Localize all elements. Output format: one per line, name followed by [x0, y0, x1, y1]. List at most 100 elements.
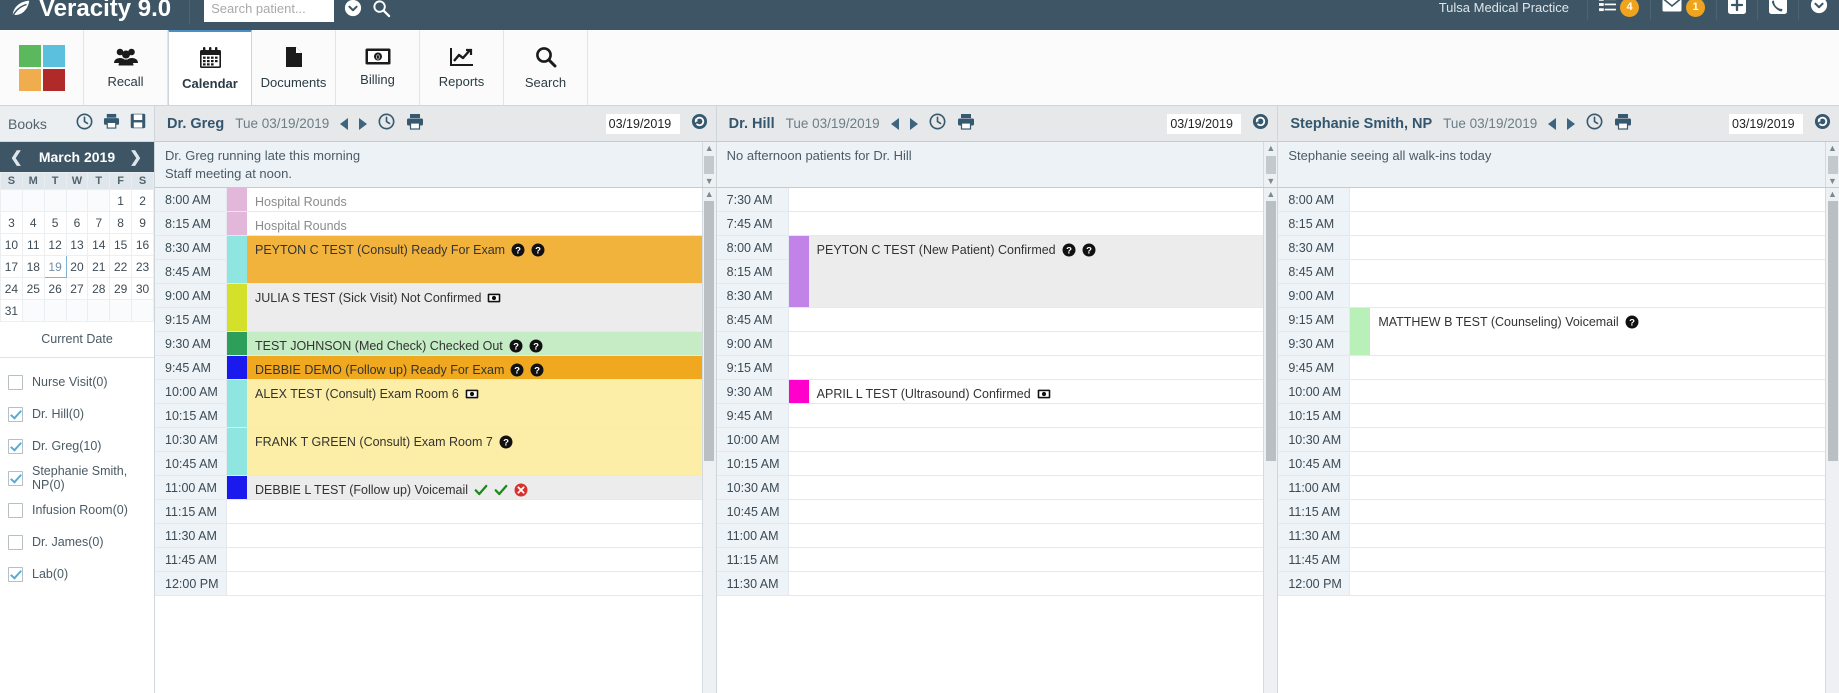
minical-day-10[interactable]: 10 [0, 233, 23, 256]
time-slot-11[interactable]: 10:45 AM [1278, 452, 1826, 476]
time-slot-body[interactable] [789, 188, 1264, 211]
provider-filter-item-6[interactable]: Lab(0) [8, 558, 154, 590]
mini-calendar[interactable]: S M T W T F S 1 2 3 4 5 6 7 8 9 10 11 12 13 14 15 16 17 1… [0, 172, 154, 322]
clock-icon[interactable] [1586, 113, 1603, 135]
minical-day-4[interactable]: 4 [21, 211, 45, 234]
time-slot-15[interactable]: 11:45 AM [155, 548, 702, 572]
time-slot-body[interactable] [789, 572, 1264, 595]
appointment-block-1[interactable]: Hospital Rounds [227, 212, 702, 235]
minical-day-15[interactable]: 15 [109, 233, 133, 256]
time-slot-body[interactable] [789, 212, 1264, 235]
printer-icon[interactable] [103, 113, 120, 134]
provider-checkbox[interactable] [8, 534, 23, 550]
scroll-up-arrow-icon[interactable]: ▲ [1266, 144, 1275, 153]
nav-tab-recall[interactable]: Recall [84, 30, 168, 105]
minical-day-12[interactable]: 12 [43, 233, 67, 256]
minical-day-8[interactable]: 8 [109, 211, 133, 234]
time-slot-body[interactable] [1350, 236, 1825, 259]
time-slot-body[interactable] [1350, 548, 1825, 571]
question-circle-icon[interactable]: ? [530, 363, 544, 377]
minical-day-23[interactable]: 23 [131, 255, 154, 278]
provider-notes[interactable]: Stephanie seeing all walk-ins today ▲ ▼ [1278, 142, 1839, 188]
minical-day-16[interactable]: 16 [131, 233, 154, 256]
time-slot-body[interactable] [789, 548, 1264, 571]
scroll-thumb[interactable] [1827, 155, 1838, 174]
tasks-button[interactable]: 4 [1587, 0, 1650, 20]
printer-icon[interactable] [1614, 113, 1632, 135]
x-circle-icon[interactable] [514, 483, 528, 497]
triangle-left-icon[interactable] [1548, 117, 1557, 130]
appointment-block-8[interactable]: DEBBIE L TEST (Follow up) Voicemail [227, 476, 702, 499]
time-slot-8[interactable]: 10:00 AM [1278, 380, 1826, 404]
notes-scrollbar[interactable]: ▲ ▼ [1263, 142, 1278, 187]
appointment-block-0[interactable]: MATTHEW B TEST (Counseling) Voicemail? [1350, 308, 1826, 355]
four-squares-logo[interactable] [0, 30, 84, 105]
date-input[interactable] [1729, 113, 1804, 134]
chevron-right-icon[interactable]: ❯ [129, 148, 142, 166]
provider-checkbox[interactable] [8, 502, 23, 518]
time-slot-body[interactable] [1350, 260, 1825, 283]
triangle-right-icon[interactable] [359, 117, 368, 130]
scroll-thumb[interactable] [704, 201, 715, 461]
appointment-block-7[interactable]: FRANK T GREEN (Consult) Exam Room 7? [227, 428, 702, 475]
minical-day-17[interactable]: 17 [0, 255, 23, 278]
current-date-button[interactable]: Current Date [0, 322, 154, 358]
time-slot-13[interactable]: 11:15 AM [155, 500, 702, 524]
printer-icon[interactable] [957, 113, 975, 135]
minical-day-31[interactable]: 31 [0, 299, 23, 322]
scroll-thumb[interactable] [1265, 155, 1276, 174]
refresh-circle-icon[interactable] [1814, 113, 1831, 135]
messages-button[interactable]: 1 [1650, 0, 1716, 20]
time-slot-body[interactable] [1350, 452, 1825, 475]
question-circle-icon[interactable]: ? [529, 339, 543, 353]
clock-icon[interactable] [76, 113, 93, 135]
refresh-circle-icon[interactable] [1252, 113, 1269, 135]
provider-filter-item-2[interactable]: Dr. Greg(10) [8, 430, 154, 462]
time-slot-12[interactable]: 11:00 AM [1278, 476, 1826, 500]
time-slot-body[interactable] [1350, 356, 1825, 379]
question-circle-icon[interactable]: ? [510, 363, 524, 377]
provider-checkbox[interactable] [8, 406, 23, 422]
add-button[interactable] [1716, 0, 1757, 20]
triangle-right-icon[interactable] [909, 117, 918, 130]
time-slot-body[interactable] [1350, 524, 1825, 547]
minical-day-27[interactable]: 27 [65, 277, 89, 300]
time-slot-body[interactable] [1350, 212, 1825, 235]
check-icon[interactable] [474, 483, 488, 497]
scroll-thumb[interactable] [704, 155, 715, 174]
minical-day-11[interactable]: 11 [21, 233, 45, 256]
schedule-scrollbar[interactable]: ▲ [701, 188, 716, 693]
scroll-up-arrow-icon[interactable]: ▲ [705, 190, 714, 199]
time-slot-13[interactable]: 11:15 AM [1278, 500, 1826, 524]
appointment-block-1[interactable]: APRIL L TEST (Ultrasound) Confirmed [788, 380, 1264, 403]
minical-day-25[interactable]: 25 [21, 277, 45, 300]
time-slot-body[interactable] [1350, 380, 1825, 403]
time-slot-16[interactable]: 12:00 PM [1278, 572, 1826, 596]
provider-notes[interactable]: Dr. Greg running late this morning Staff … [155, 142, 716, 188]
minical-day-13[interactable]: 13 [65, 233, 89, 256]
minical-day-29[interactable]: 29 [109, 277, 133, 300]
minical-day-26[interactable]: 26 [43, 277, 67, 300]
nav-tab-billing[interactable]: 0 Billing [336, 30, 420, 105]
minical-day-2[interactable]: 2 [131, 189, 154, 212]
time-slot-body[interactable] [789, 500, 1264, 523]
time-slot-12[interactable]: 10:30 AM [716, 476, 1264, 500]
time-slot-0[interactable]: 8:00 AM [1278, 188, 1826, 212]
minical-day-30[interactable]: 30 [131, 277, 154, 300]
minical-day-24[interactable]: 24 [0, 277, 23, 300]
time-slot-4[interactable]: 9:00 AM [1278, 284, 1826, 308]
chevron-left-icon[interactable]: ❮ [10, 148, 23, 166]
time-slot-body[interactable] [789, 524, 1264, 547]
time-slot-16[interactable]: 12:00 PM [155, 572, 702, 596]
time-slot-body[interactable] [1350, 572, 1825, 595]
time-slot-body[interactable] [789, 356, 1264, 379]
minical-day-20[interactable]: 20 [65, 255, 89, 278]
minical-day-14[interactable]: 14 [87, 233, 111, 256]
nav-tab-search[interactable]: Search [504, 30, 588, 105]
search-input[interactable] [204, 0, 335, 22]
refresh-circle-icon[interactable] [691, 113, 708, 135]
schedule-scrollbar[interactable]: ▲ [1263, 188, 1278, 693]
appointment-block-3[interactable]: JULIA S TEST (Sick Visit) Not Confirmed [227, 284, 702, 331]
question-circle-icon[interactable]: ? [511, 243, 525, 257]
provider-filter-item-1[interactable]: Dr. Hill(0) [8, 398, 154, 430]
